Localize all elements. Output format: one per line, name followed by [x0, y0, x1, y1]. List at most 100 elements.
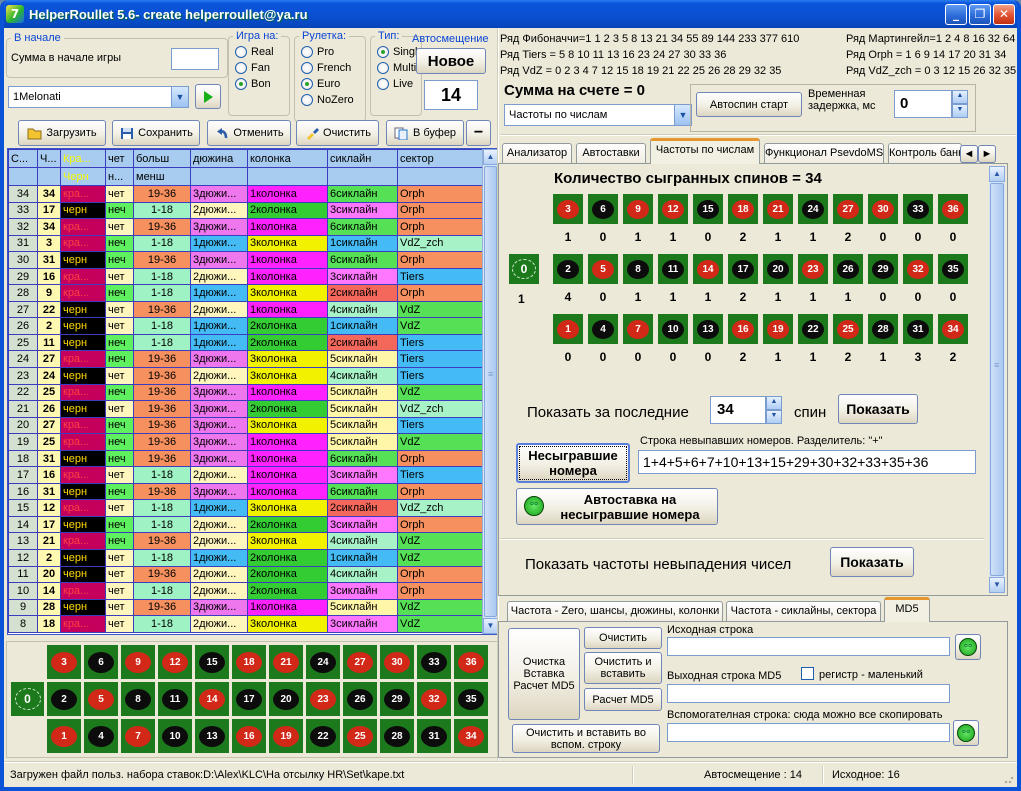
scrollbar-thumb[interactable]: [484, 166, 497, 617]
tab-2[interactable]: Автоставки: [576, 143, 646, 163]
roulette-number-26[interactable]: 26: [833, 254, 863, 284]
roulette-number-14[interactable]: 14: [693, 254, 723, 284]
column-header[interactable]: [328, 168, 398, 186]
radio-icon[interactable]: [301, 46, 313, 58]
column-header[interactable]: С...: [9, 150, 38, 168]
roulette-number-33[interactable]: 33: [417, 645, 451, 679]
radio-icon[interactable]: [377, 46, 389, 58]
radio-option-french[interactable]: French: [301, 62, 365, 74]
md5-aux-icon-button[interactable]: [953, 720, 979, 746]
roulette-number-21[interactable]: 21: [269, 645, 303, 679]
roulette-number-33[interactable]: 33: [903, 194, 933, 224]
new-button[interactable]: Новое: [416, 48, 486, 74]
tab-5[interactable]: Контроль банкро: [888, 143, 962, 163]
toolbar-clear-button[interactable]: Очистить: [296, 120, 379, 146]
roulette-number-31[interactable]: 31: [417, 719, 451, 753]
roulette-number-35[interactable]: 35: [454, 682, 488, 716]
column-header[interactable]: больш: [134, 150, 191, 168]
missed-numbers-field[interactable]: 1+4+5+6+7+10+13+15+29+30+32+33+35+36: [638, 450, 976, 474]
column-header[interactable]: сиклайн: [328, 150, 398, 168]
roulette-number-8[interactable]: 8: [121, 682, 155, 716]
tab-scroll-right-icon[interactable]: ►: [978, 145, 996, 163]
roulette-number-32[interactable]: 32: [903, 254, 933, 284]
play-button[interactable]: [195, 84, 221, 109]
roulette-number-12[interactable]: 12: [658, 194, 688, 224]
roulette-number-1[interactable]: 1: [47, 719, 81, 753]
show-last-button[interactable]: Показать: [838, 394, 918, 424]
table-row[interactable]: 1925кра...неч19-363дюжи...1колонка5сикла…: [9, 434, 483, 451]
show-last-value[interactable]: 34: [710, 396, 766, 424]
roulette-number-18[interactable]: 18: [728, 194, 758, 224]
table-row[interactable]: 289кра...неч1-181дюжи...3колонка2сиклайн…: [9, 285, 483, 302]
roulette-number-28[interactable]: 28: [868, 314, 898, 344]
bottom-tab-1[interactable]: Частота - Zero, шансы, дюжины, колонки: [507, 601, 723, 621]
table-row[interactable]: 1716кра...чет1-182дюжи...1колонка3сиклай…: [9, 467, 483, 484]
column-header[interactable]: н...: [106, 168, 134, 186]
autospin-start-button[interactable]: Автоспин старт: [696, 92, 802, 117]
radio-option-nozero[interactable]: NoZero: [301, 94, 365, 106]
toolbar-save-button[interactable]: Сохранить: [112, 120, 200, 146]
roulette-number-23[interactable]: 23: [306, 682, 340, 716]
right-panel-scrollbar[interactable]: ▲ ▼: [989, 166, 1005, 593]
roulette-number-10[interactable]: 10: [658, 314, 688, 344]
roulette-number-18[interactable]: 18: [232, 645, 266, 679]
roulette-number-6[interactable]: 6: [84, 645, 118, 679]
table-row[interactable]: 928чернчет19-363дюжи...1колонка5сиклайнV…: [9, 599, 483, 616]
roulette-number-10[interactable]: 10: [158, 719, 192, 753]
column-header[interactable]: [9, 168, 38, 186]
roulette-number-6[interactable]: 6: [588, 194, 618, 224]
table-row[interactable]: 818кра...чет1-182дюжи...3колонка3сиклайн…: [9, 616, 483, 633]
roulette-number-16[interactable]: 16: [232, 719, 266, 753]
roulette-number-20[interactable]: 20: [269, 682, 303, 716]
roulette-number-22[interactable]: 22: [798, 314, 828, 344]
column-header[interactable]: Кра...: [61, 150, 106, 168]
table-row[interactable]: 1417черннеч1-182дюжи...2колонка3сиклайнO…: [9, 516, 483, 533]
table-row[interactable]: 2427кра...неч19-363дюжи...3колонка5сикла…: [9, 351, 483, 368]
table-row[interactable]: 3434кра...чет19-363дюжи...1колонка6сикла…: [9, 186, 483, 203]
roulette-number-0[interactable]: 0: [509, 254, 539, 284]
table-row[interactable]: 2511черннеч1-181дюжи...2колонка2сиклайнT…: [9, 334, 483, 351]
roulette-number-26[interactable]: 26: [343, 682, 377, 716]
scroll-down-icon[interactable]: ▼: [483, 618, 498, 634]
maximize-button[interactable]: ❐: [969, 4, 991, 25]
show-last-spinner[interactable]: ▲▼: [766, 396, 782, 424]
table-row[interactable]: 2324чернчет19-362дюжи...3колонка4сиклайн…: [9, 368, 483, 385]
roulette-number-30[interactable]: 30: [380, 645, 414, 679]
roulette-number-15[interactable]: 15: [195, 645, 229, 679]
roulette-number-16[interactable]: 16: [728, 314, 758, 344]
md5-output-field[interactable]: [667, 684, 950, 703]
roulette-number-5[interactable]: 5: [84, 682, 118, 716]
roulette-number-27[interactable]: 27: [833, 194, 863, 224]
roulette-number-35[interactable]: 35: [938, 254, 968, 284]
roulette-number-11[interactable]: 11: [158, 682, 192, 716]
missing-freq-show-button[interactable]: Показать: [830, 547, 914, 577]
radio-option-singl[interactable]: Singl: [377, 46, 421, 58]
table-row[interactable]: 262чернчет1-181дюжи...2колонка1сиклайнVd…: [9, 318, 483, 335]
scroll-up-icon[interactable]: ▲: [483, 149, 498, 165]
radio-icon[interactable]: [235, 62, 247, 74]
tab-4[interactable]: Функционал PsevdoMS: [764, 143, 884, 163]
table-row[interactable]: 3031черннеч19-363дюжи...1колонка6сиклайн…: [9, 252, 483, 269]
md5-clear-paste-aux-button[interactable]: Очистить и вставить во вспом. строку: [512, 724, 660, 753]
roulette-number-4[interactable]: 4: [588, 314, 618, 344]
table-row[interactable]: 2722чернчет19-362дюжи...1колонка4сиклайн…: [9, 301, 483, 318]
roulette-number-8[interactable]: 8: [623, 254, 653, 284]
spin-down-icon[interactable]: ▼: [952, 104, 968, 118]
table-row[interactable]: 2916кра...чет1-182дюжи...1колонка3сиклай…: [9, 268, 483, 285]
table-row[interactable]: 3234кра...чет19-363дюжи...1колонка6сикла…: [9, 219, 483, 236]
radio-icon[interactable]: [235, 78, 247, 90]
roulette-number-1[interactable]: 1: [553, 314, 583, 344]
column-header[interactable]: [38, 168, 61, 186]
tab-3[interactable]: Частоты по числам: [650, 138, 760, 164]
roulette-number-15[interactable]: 15: [693, 194, 723, 224]
toolbar-undo-button[interactable]: Отменить: [207, 120, 291, 146]
table-row[interactable]: 1512кра...чет1-181дюжи...3колонка2сиклай…: [9, 500, 483, 517]
roulette-number-30[interactable]: 30: [868, 194, 898, 224]
mode-combobox[interactable]: Частоты по числам ▼: [504, 104, 692, 126]
radio-option-bon[interactable]: Bon: [235, 78, 289, 90]
table-row[interactable]: 1321кра...неч19-362дюжи...3колонка4сикла…: [9, 533, 483, 550]
delay-value[interactable]: 0: [894, 90, 952, 118]
roulette-number-7[interactable]: 7: [121, 719, 155, 753]
roulette-number-17[interactable]: 17: [728, 254, 758, 284]
chevron-down-icon[interactable]: ▼: [674, 105, 691, 125]
